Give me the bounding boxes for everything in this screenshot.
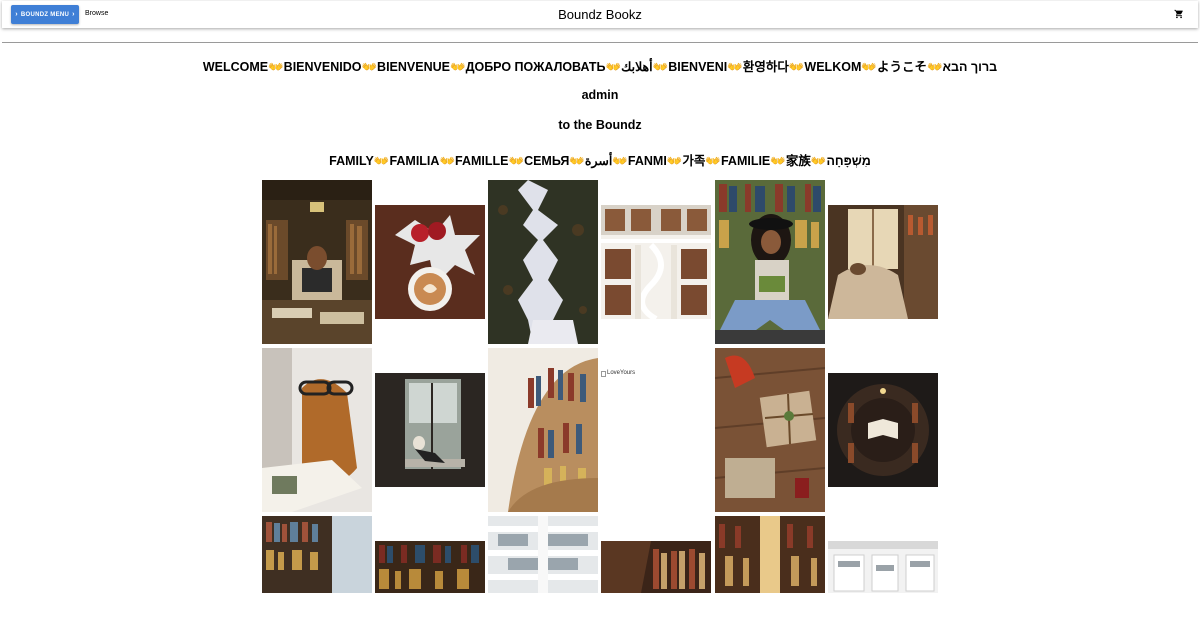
tagline: to the Boundz <box>558 118 642 132</box>
open-hands-emoji: 👐 <box>449 60 466 74</box>
open-hands-emoji: 👐 <box>652 60 669 74</box>
brand-title: Boundz Bookz <box>558 7 642 22</box>
welcome-word: أهلابك <box>621 60 653 74</box>
gallery-photo[interactable] <box>601 205 711 319</box>
gallery-photo[interactable] <box>828 373 938 487</box>
family-word: FAMILLE <box>455 154 509 168</box>
welcome-word: 환영하다 <box>742 60 789 74</box>
open-hands-emoji: 👐 <box>861 60 877 74</box>
welcome-word: ようこそ <box>876 60 927 74</box>
open-hands-emoji: 👐 <box>705 154 721 168</box>
family-word: FAMILIA <box>389 154 440 168</box>
open-hands-emoji: 👐 <box>926 60 943 74</box>
gallery-photo[interactable] <box>715 516 825 593</box>
welcome-word: WELCOME <box>202 60 269 74</box>
gallery-photo[interactable] <box>715 180 825 344</box>
open-hands-emoji: 👐 <box>439 154 456 168</box>
open-hands-emoji: 👐 <box>666 154 683 168</box>
gallery-photo[interactable] <box>488 348 598 512</box>
gallery-photo[interactable] <box>375 541 485 593</box>
open-hands-emoji: 👐 <box>268 60 284 74</box>
welcome-word: WELKOM <box>804 60 862 74</box>
family-word: FAMILIE <box>720 154 771 168</box>
open-hands-emoji: 👐 <box>569 154 585 168</box>
welcome-word: ברוך הבא <box>942 60 998 74</box>
family-word: FANMI <box>627 154 667 168</box>
gallery-photo[interactable] <box>601 541 711 593</box>
username-greeting: admin <box>581 88 619 102</box>
header-divider <box>2 42 1198 43</box>
welcome-word: ДОБРО ПОЖАЛОВАТЬ <box>465 60 606 74</box>
gallery-photo[interactable] <box>828 541 938 593</box>
open-hands-emoji: 👐 <box>612 154 628 168</box>
broken-image[interactable]: LoveYours <box>601 370 711 382</box>
gallery-photo[interactable] <box>828 205 938 319</box>
photo-gallery: LoveYours <box>262 180 938 593</box>
gallery-photo[interactable] <box>262 516 372 593</box>
family-word: 家族 <box>785 154 811 168</box>
welcome-word: BIENVENI <box>668 60 728 74</box>
family-word: מִשְׁפָּחָה <box>826 154 871 168</box>
gallery-photo[interactable] <box>262 180 372 344</box>
broken-image-icon <box>601 371 606 377</box>
welcome-banner: WELCOME👐BIENVENIDO👐BIENVENUE👐ДОБРО ПОЖАЛ… <box>0 56 1200 75</box>
gallery-photo[interactable] <box>488 180 598 344</box>
family-word: FAMILY <box>329 154 374 168</box>
open-hands-emoji: 👐 <box>770 154 786 168</box>
open-hands-emoji: 👐 <box>788 60 805 74</box>
open-hands-emoji: 👐 <box>508 154 525 168</box>
broken-image-alt: LoveYours <box>607 370 636 376</box>
shopping-cart-icon[interactable] <box>1174 9 1184 19</box>
open-hands-emoji: 👐 <box>810 154 827 168</box>
gallery-photo[interactable] <box>262 348 372 512</box>
open-hands-emoji: 👐 <box>727 60 743 74</box>
family-word: СЕМЬЯ <box>524 154 570 168</box>
gallery-photo[interactable] <box>375 205 485 319</box>
gallery-photo[interactable] <box>488 516 598 593</box>
welcome-word: BIENVENUE <box>377 60 450 74</box>
app-bar: › BOUNDZ MENU › Browse Boundz Bookz <box>2 1 1198 28</box>
family-banner: FAMILY👐FAMILIA👐FAMILLE👐СЕМЬЯ👐أسرة👐FANMI👐… <box>0 150 1200 169</box>
open-hands-emoji: 👐 <box>361 60 378 74</box>
open-hands-emoji: 👐 <box>605 60 622 74</box>
open-hands-emoji: 👐 <box>373 154 390 168</box>
welcome-word: BIENVENIDO <box>283 60 362 74</box>
gallery-photo[interactable] <box>715 348 825 512</box>
gallery-photo[interactable] <box>375 373 485 487</box>
family-word: أسرة <box>584 154 613 168</box>
family-word: 가족 <box>682 154 706 168</box>
